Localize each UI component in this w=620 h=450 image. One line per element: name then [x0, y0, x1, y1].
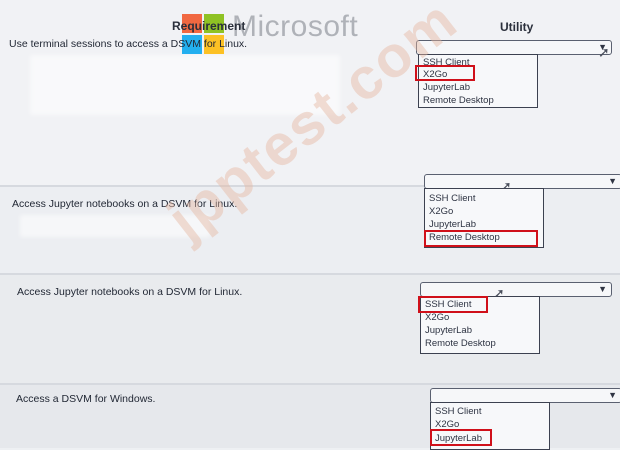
row-divider — [0, 273, 620, 275]
utility-listbox[interactable]: SSH Client X2Go JupyterLab Remote Deskto… — [418, 54, 538, 108]
option-ssh-client[interactable]: SSH Client — [435, 406, 481, 417]
option-remote-desktop[interactable]: Remote Desktop — [425, 338, 496, 349]
option-jupyterlab[interactable]: JupyterLab — [425, 325, 472, 336]
selected-answer-highlight — [430, 429, 492, 446]
requirement-text: Access Jupyter notebooks on a DSVM for L… — [17, 286, 243, 298]
utility-dropdown[interactable]: ▼ — [424, 174, 620, 189]
utility-dropdown[interactable]: ▼ — [416, 40, 612, 55]
option-jupyterlab[interactable]: JupyterLab — [429, 219, 476, 230]
chevron-down-icon: ▼ — [608, 390, 617, 400]
requirement-header: Requirement — [172, 19, 246, 33]
chevron-down-icon: ▼ — [608, 176, 617, 186]
selected-answer-highlight — [415, 65, 475, 81]
chevron-down-icon: ▼ — [598, 284, 607, 294]
row-divider — [0, 383, 620, 385]
blurred-area — [20, 215, 210, 237]
blurred-area — [30, 55, 340, 115]
mouse-pointer-icon: ➚ — [598, 44, 610, 60]
option-jupyterlab[interactable]: JupyterLab — [423, 82, 470, 93]
requirement-text: Access a DSVM for Windows. — [16, 393, 156, 405]
utility-dropdown[interactable]: ▼ — [420, 282, 612, 297]
selected-answer-highlight — [424, 230, 538, 247]
selected-answer-highlight — [418, 296, 488, 313]
option-x2go[interactable]: X2Go — [425, 312, 449, 323]
option-remote-desktop[interactable]: Remote Desktop — [423, 95, 494, 106]
microsoft-logo-text: Microsoft — [232, 10, 359, 43]
requirement-text: Use terminal sessions to access a DSVM f… — [9, 38, 248, 50]
option-x2go[interactable]: X2Go — [429, 206, 453, 217]
option-ssh-client[interactable]: SSH Client — [429, 193, 475, 204]
requirement-text: Access Jupyter notebooks on a DSVM for L… — [12, 198, 238, 210]
utility-header: Utility — [500, 20, 534, 34]
